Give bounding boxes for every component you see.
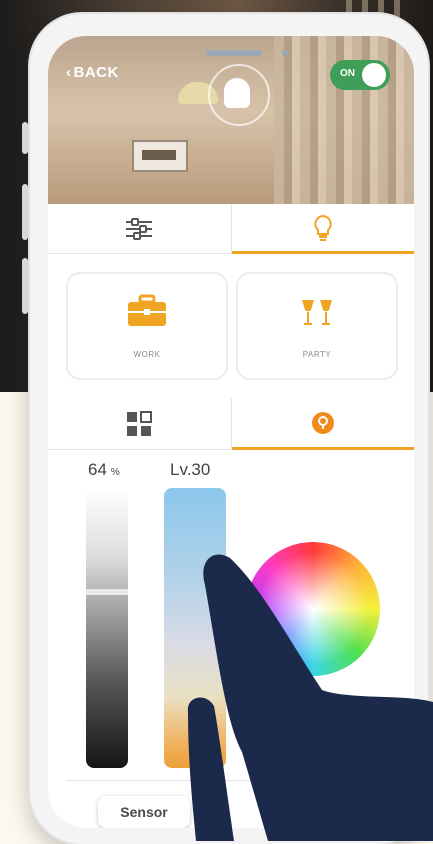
top-tabs — [48, 204, 414, 254]
phone-screen: ‹ BACK ON WORK PARTY 64 % Lv.30 Sensor — [48, 36, 414, 828]
scene-cards: WORK PARTY — [66, 272, 398, 380]
tab-color[interactable] — [231, 398, 414, 450]
green-action-button[interactable] — [266, 792, 296, 828]
scene-card-work[interactable]: WORK — [66, 272, 228, 380]
back-label: BACK — [73, 64, 119, 81]
scene-card-party[interactable]: PARTY — [236, 272, 398, 380]
briefcase-icon — [128, 294, 166, 326]
cheers-icon — [302, 299, 332, 325]
brightness-readout: 64% — [88, 460, 120, 480]
color-wheel[interactable] — [246, 542, 380, 676]
scene-label-party: PARTY — [302, 349, 332, 359]
tab-grid[interactable] — [48, 398, 231, 450]
room-preview: ‹ BACK ON — [48, 36, 414, 204]
side-button-mute — [22, 122, 28, 154]
side-button-volume-down — [22, 258, 28, 314]
bulb-icon — [224, 78, 250, 108]
side-button-volume-up — [22, 184, 28, 240]
sensor-button[interactable]: Sensor — [98, 796, 190, 828]
toggle-knob — [362, 63, 386, 87]
chevron-left-icon: ‹ — [66, 64, 72, 81]
brightness-unit: % — [110, 467, 120, 478]
speaker-notch — [206, 50, 262, 56]
tab-adjust[interactable] — [48, 204, 231, 254]
sliders-icon — [126, 217, 153, 240]
brightness-value: 64 — [88, 460, 107, 479]
brightness-thumb[interactable] — [86, 589, 128, 595]
color-pin-icon — [311, 411, 334, 434]
toggle-label: ON — [340, 68, 355, 79]
camera-dot — [282, 50, 288, 56]
grid-icon — [127, 410, 153, 436]
scene-label-work: WORK — [133, 349, 161, 359]
divider — [66, 780, 396, 781]
color-temp-readout: Lv.30 — [170, 460, 211, 479]
tab-light[interactable] — [231, 204, 414, 254]
color-temperature-slider[interactable] — [164, 488, 226, 768]
back-button[interactable]: ‹ BACK — [66, 64, 119, 81]
mode-tabs — [48, 398, 414, 450]
power-toggle[interactable]: ON — [330, 60, 390, 90]
brightness-slider[interactable] — [86, 488, 128, 768]
bulb-icon — [314, 214, 332, 241]
